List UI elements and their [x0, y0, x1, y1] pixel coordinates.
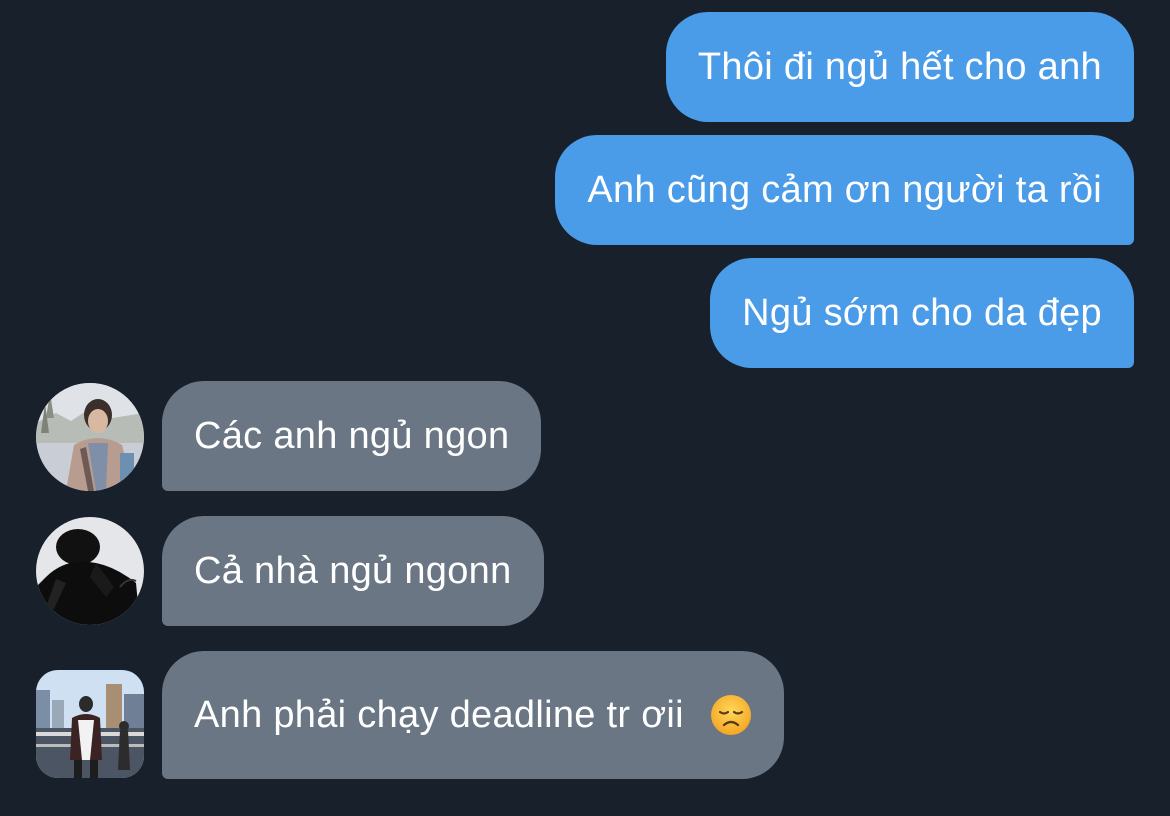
avatar-image	[36, 670, 144, 778]
incoming-message-bubble[interactable]: Các anh ngủ ngon	[162, 381, 542, 491]
message-text: Các anh ngủ ngon	[194, 414, 510, 457]
incoming-message-bubble[interactable]: Cả nhà ngủ ngonn	[162, 516, 544, 626]
message-text: Thôi đi ngủ hết cho anh	[697, 45, 1102, 88]
avatar-person-outdoor[interactable]	[36, 383, 144, 491]
avatar-image	[36, 517, 144, 625]
avatar-person-city[interactable]	[36, 670, 144, 778]
disappointed-face-emoji	[710, 695, 751, 735]
avatar-image	[36, 383, 144, 491]
message-text: Anh cũng cảm ơn người ta rồi	[587, 168, 1102, 211]
message-text: Anh phải chạy deadline tr ơii	[194, 693, 684, 736]
avatar-person-shadow[interactable]	[36, 517, 144, 625]
message-text: Ngủ sớm cho da đẹp	[742, 291, 1102, 334]
chat-thread: Thôi đi ngủ hết cho anh Anh cũng cảm ơn …	[0, 0, 1170, 816]
outgoing-message-bubble[interactable]: Anh cũng cảm ơn người ta rồi	[555, 135, 1134, 245]
outgoing-message-bubble[interactable]: Ngủ sớm cho da đẹp	[710, 258, 1134, 368]
outgoing-message-bubble[interactable]: Thôi đi ngủ hết cho anh	[665, 12, 1134, 122]
message-text: Cả nhà ngủ ngonn	[194, 549, 512, 592]
incoming-message-bubble[interactable]: Anh phải chạy deadline tr ơii	[162, 651, 784, 779]
